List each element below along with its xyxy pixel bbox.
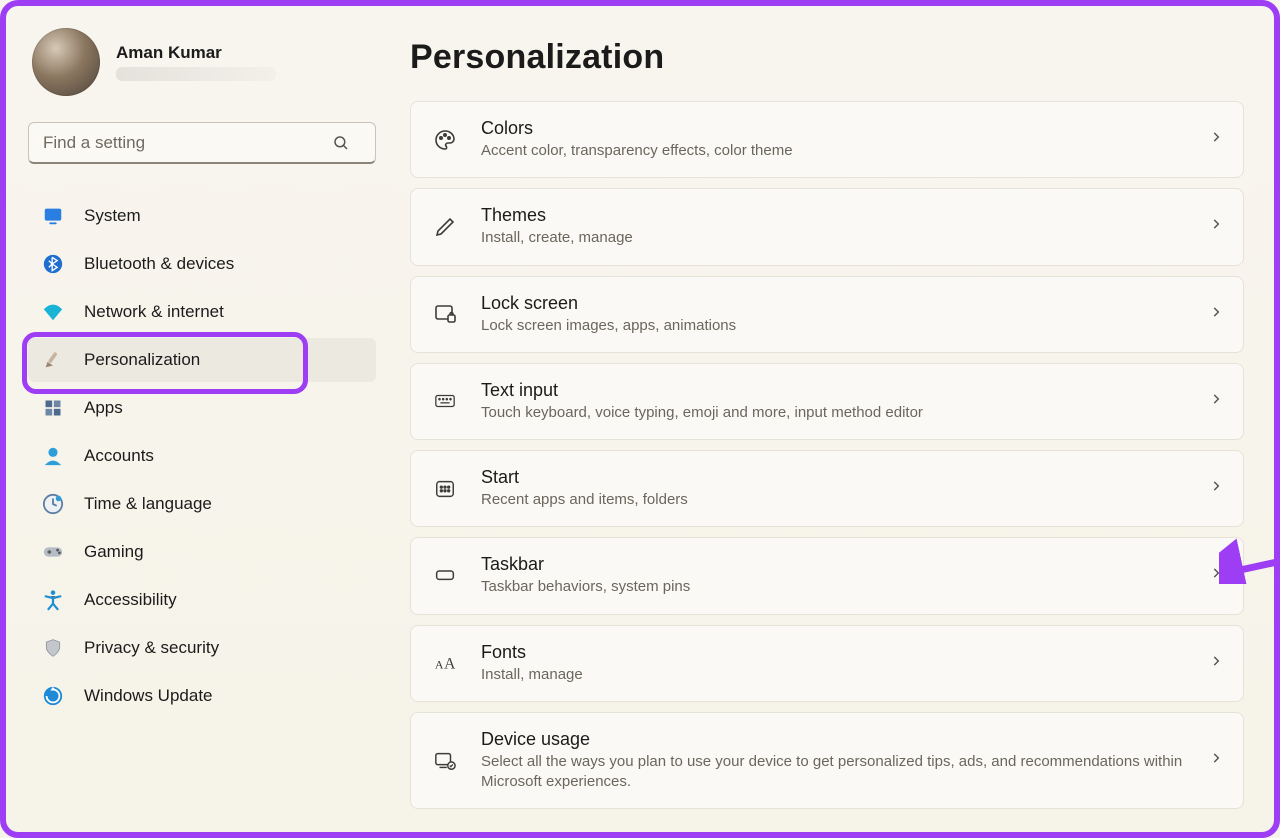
wifi-icon [42,301,64,323]
card-subtitle: Install, manage [481,665,1209,685]
chevron-right-icon [1209,479,1223,498]
svg-text:A: A [435,658,444,672]
card-title: Fonts [481,642,1209,663]
card-subtitle: Select all the ways you plan to use your… [481,752,1209,793]
sidebar-nav: System Bluetooth & devices Network & inter… [28,194,376,718]
settings-card-text-input[interactable]: Text inputTouch keyboard, voice typing, … [410,363,1244,440]
sidebar-item-privacy-security[interactable]: Privacy & security [28,626,376,670]
user-name: Aman Kumar [116,43,276,63]
card-title: Start [481,467,1209,488]
user-profile-row[interactable]: Aman Kumar [28,28,376,96]
sidebar-item-label: Time & language [84,494,212,514]
main-content: Personalization ColorsAccent color, tran… [386,6,1274,832]
settings-card-start[interactable]: StartRecent apps and items, folders [410,450,1244,527]
sidebar-item-label: Bluetooth & devices [84,254,234,274]
sidebar-item-label: System [84,206,141,226]
sidebar-item-gaming[interactable]: Gaming [28,530,376,574]
settings-card-colors[interactable]: ColorsAccent color, transparency effects… [410,101,1244,178]
paintbrush-icon [42,349,64,371]
sidebar-item-system[interactable]: System [28,194,376,238]
deviceusage-icon [431,750,459,772]
taskbar-icon [431,566,459,586]
svg-text:A: A [444,656,456,673]
sidebar-item-label: Accounts [84,446,154,466]
settings-card-themes[interactable]: ThemesInstall, create, manage [410,188,1244,265]
sidebar-item-apps[interactable]: Apps [28,386,376,430]
chevron-right-icon [1209,654,1223,673]
sidebar-item-label: Windows Update [84,686,213,706]
card-subtitle: Accent color, transparency effects, colo… [481,141,1209,161]
sidebar-item-label: Apps [84,398,123,418]
sidebar-item-label: Accessibility [84,590,177,610]
search-icon [332,134,350,152]
settings-card-fonts[interactable]: AA FontsInstall, manage [410,625,1244,702]
start-icon [431,478,459,500]
lockscreen-icon [431,302,459,326]
settings-card-list: ColorsAccent color, transparency effects… [410,101,1244,809]
clock-icon [42,493,64,515]
bluetooth-icon [42,253,64,275]
chevron-right-icon [1209,130,1223,149]
card-subtitle: Install, create, manage [481,228,1209,248]
avatar [32,28,100,96]
pen-icon [431,215,459,239]
sidebar-item-label: Network & internet [84,302,224,322]
sidebar-item-accounts[interactable]: Accounts [28,434,376,478]
fonts-icon: AA [431,652,459,674]
sidebar-item-bluetooth-devices[interactable]: Bluetooth & devices [28,242,376,286]
update-icon [42,685,64,707]
search-input[interactable] [28,122,376,164]
sidebar: Aman Kumar System Bluetooth & devices Netw… [6,6,386,832]
gamepad-icon [42,541,64,563]
card-title: Lock screen [481,293,1209,314]
page-title: Personalization [410,38,1244,77]
sidebar-item-accessibility[interactable]: Accessibility [28,578,376,622]
sidebar-item-windows-update[interactable]: Windows Update [28,674,376,718]
card-title: Text input [481,380,1209,401]
settings-card-lock-screen[interactable]: Lock screenLock screen images, apps, ani… [410,276,1244,353]
card-subtitle: Recent apps and items, folders [481,490,1209,510]
shield-icon [42,637,64,659]
card-subtitle: Taskbar behaviors, system pins [481,577,1209,597]
card-title: Taskbar [481,554,1209,575]
sidebar-item-label: Personalization [84,350,200,370]
settings-card-device-usage[interactable]: Device usageSelect all the ways you plan… [410,712,1244,810]
sidebar-item-label: Privacy & security [84,638,219,658]
card-title: Themes [481,205,1209,226]
sidebar-item-label: Gaming [84,542,144,562]
user-email-redacted [116,67,276,81]
display-icon [42,205,64,227]
card-subtitle: Touch keyboard, voice typing, emoji and … [481,403,1209,423]
accessibility-icon [42,589,64,611]
chevron-right-icon [1209,751,1223,770]
chevron-right-icon [1209,217,1223,236]
sidebar-item-network-internet[interactable]: Network & internet [28,290,376,334]
keyboard-icon [431,390,459,412]
search-wrap [28,122,376,164]
chevron-right-icon [1209,305,1223,324]
settings-card-taskbar[interactable]: TaskbarTaskbar behaviors, system pins [410,537,1244,614]
card-title: Colors [481,118,1209,139]
card-title: Device usage [481,729,1209,750]
chevron-right-icon [1209,392,1223,411]
person-icon [42,445,64,467]
sidebar-item-time-language[interactable]: Time & language [28,482,376,526]
apps-icon [42,397,64,419]
card-subtitle: Lock screen images, apps, animations [481,316,1209,336]
sidebar-item-personalization[interactable]: Personalization [28,338,376,382]
chevron-right-icon [1209,566,1223,585]
palette-icon [431,128,459,152]
